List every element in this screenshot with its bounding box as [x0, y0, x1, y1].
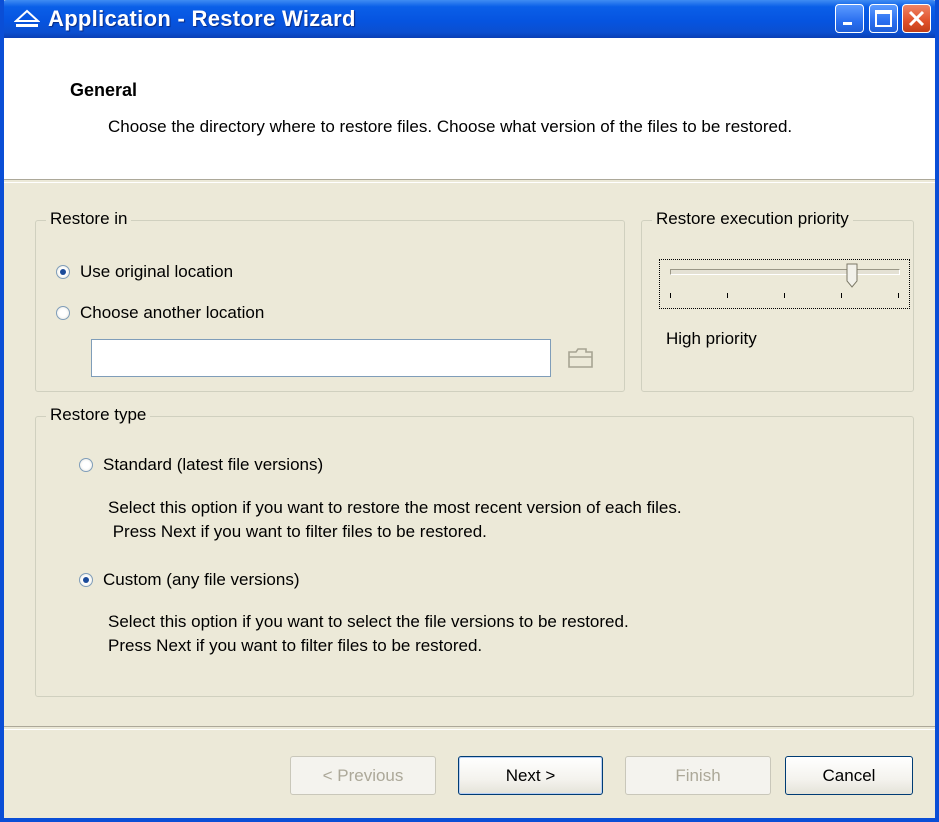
restore-in-group: Restore in Use original location Choose …: [35, 209, 625, 392]
priority-label: Restore execution priority: [652, 209, 853, 229]
slider-track: [670, 269, 900, 275]
radio-checked-icon[interactable]: [56, 265, 70, 279]
radio-checked-icon[interactable]: [79, 573, 93, 587]
restore-type-label: Restore type: [46, 405, 151, 425]
footer-divider: [4, 726, 935, 730]
custom-restore-label[interactable]: Custom (any file versions): [103, 570, 300, 590]
slider-tick: [784, 293, 785, 298]
custom-restore-radio[interactable]: Custom (any file versions): [79, 570, 300, 590]
maximize-icon: [875, 10, 892, 27]
use-original-location-label[interactable]: Use original location: [80, 262, 233, 282]
location-path-input[interactable]: [91, 339, 551, 377]
restore-wizard-window: Application - Restore Wizard General Cho…: [0, 0, 939, 822]
close-icon: [908, 10, 925, 27]
restore-in-label: Restore in: [46, 209, 132, 229]
slider-tick: [727, 293, 728, 298]
eject-icon: [13, 9, 41, 29]
finish-button[interactable]: Finish: [625, 756, 771, 795]
page-title: General: [70, 80, 138, 100]
window-title: Application - Restore Wizard: [48, 6, 356, 31]
priority-level-text: High priority: [666, 329, 757, 348]
choose-another-location-label[interactable]: Choose another location: [80, 303, 264, 323]
close-button[interactable]: [902, 4, 931, 33]
standard-restore-label[interactable]: Standard (latest file versions): [103, 455, 323, 475]
standard-restore-radio[interactable]: Standard (latest file versions): [79, 455, 323, 475]
choose-another-location-radio[interactable]: Choose another location: [56, 303, 264, 323]
maximize-button[interactable]: [869, 4, 898, 33]
priority-slider[interactable]: [659, 259, 910, 309]
radio-unchecked-icon[interactable]: [56, 306, 70, 320]
previous-button[interactable]: < Previous: [290, 756, 436, 795]
slider-tick: [841, 293, 842, 298]
custom-description-line1: Select this option if you want to select…: [108, 612, 629, 631]
page-description: Choose the directory where to restore fi…: [108, 117, 793, 136]
slider-tick: [670, 293, 671, 298]
title-bar[interactable]: Application - Restore Wizard: [4, 0, 935, 38]
standard-description-line2: Press Next if you want to filter files t…: [108, 522, 487, 541]
priority-group: Restore execution priority High priority: [641, 209, 914, 392]
folder-icon: [568, 348, 593, 368]
radio-unchecked-icon[interactable]: [79, 458, 93, 472]
custom-description-line2: Press Next if you want to filter files t…: [108, 636, 483, 655]
restore-type-group: Restore type Standard (latest file versi…: [35, 405, 914, 697]
next-button[interactable]: Next >: [458, 756, 603, 795]
header-divider: [4, 179, 935, 183]
cancel-button[interactable]: Cancel: [785, 756, 913, 795]
slider-thumb[interactable]: [846, 263, 858, 294]
use-original-location-radio[interactable]: Use original location: [56, 262, 233, 282]
minimize-button[interactable]: [835, 4, 864, 33]
slider-tick: [898, 293, 899, 298]
minimize-icon: [843, 22, 852, 25]
standard-description-line1: Select this option if you want to restor…: [108, 498, 682, 517]
wizard-header: General Choose the directory where to re…: [4, 38, 935, 179]
browse-folder-button[interactable]: [566, 345, 596, 376]
